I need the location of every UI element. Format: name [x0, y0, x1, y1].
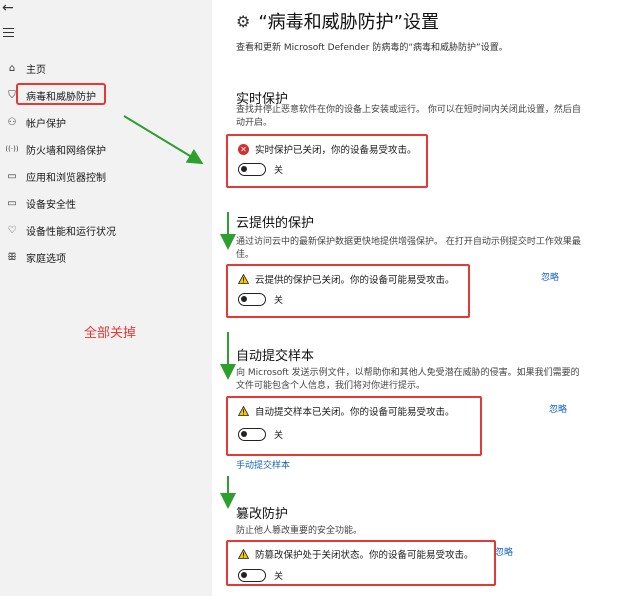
wifi-icon: ((·))	[5, 145, 19, 153]
sidebar: ← ⌂ 主页 ⛉ 病毒和威胁防护 ⚇ 帐户保护 ((·)) 防火墙和网络保护 ▭…	[0, 0, 212, 596]
annotation-text: 全部关掉	[84, 326, 137, 341]
page-subtitle: 查看和更新 Microsoft Defender 防病毒的“病毒和威胁防护”设置…	[236, 43, 508, 53]
status-text: 自动提交样本已关闭。你的设备可能易受攻击。	[255, 407, 455, 418]
toggle-label: 关	[274, 296, 284, 306]
sidebar-item-firewall[interactable]: ((·)) 防火墙和网络保护	[0, 138, 212, 160]
section-title-sample: 自动提交样本	[236, 349, 315, 364]
status-text: 云提供的保护已关闭。你的设备可能易受攻击。	[255, 275, 455, 286]
status-text: 防篡改保护处于关闭状态。你的设备可能易受攻击。	[255, 550, 474, 561]
warning-icon	[238, 274, 249, 285]
toggle-row: 关	[238, 163, 283, 176]
realtime-toggle[interactable]	[238, 163, 266, 176]
sidebar-item-label: 设备性能和运行状况	[26, 226, 116, 238]
status-line: 自动提交样本已关闭。你的设备可能易受攻击。	[238, 404, 455, 418]
error-icon: ✕	[238, 143, 249, 155]
warning-icon	[238, 406, 249, 417]
sidebar-item-label: 主页	[26, 64, 46, 76]
main-content: ⚙ “病毒和威胁防护”设置 查看和更新 Microsoft Defender 防…	[212, 0, 640, 596]
dismiss-link-sample[interactable]: 忽略	[549, 402, 567, 415]
back-arrow-icon[interactable]: ←	[2, 0, 14, 16]
tamper-protection-toggle[interactable]	[238, 569, 266, 582]
toggle-label: 关	[274, 431, 284, 441]
section-title-tamper: 篡改防护	[236, 507, 289, 522]
toggle-row: 关	[238, 569, 283, 582]
sidebar-item-label: 应用和浏览器控制	[26, 172, 106, 184]
toggle-label: 关	[274, 166, 284, 176]
sidebar-item-label: 帐户保护	[26, 118, 66, 130]
status-line: 防篡改保护处于关闭状态。你的设备可能易受攻击。	[238, 547, 474, 561]
page-title: “病毒和威胁防护”设置	[258, 12, 439, 33]
dismiss-link-tamper[interactable]: 忽略	[495, 545, 513, 558]
section-desc-tamper: 防止他人篡改重要的安全功能。	[236, 526, 363, 536]
alert-box-tamper: 防篡改保护处于关闭状态。你的设备可能易受攻击。 关	[226, 540, 496, 586]
toggle-row: 关	[238, 428, 283, 441]
manual-submit-link[interactable]: 手动提交样本	[236, 458, 290, 471]
toggle-row: 关	[238, 293, 283, 306]
toggle-label: 关	[274, 572, 284, 582]
sidebar-item-label: 防火墙和网络保护	[26, 145, 106, 157]
hamburger-menu-icon[interactable]	[3, 28, 14, 40]
sidebar-item-device-security[interactable]: ▭ 设备安全性	[0, 192, 212, 214]
app-window-icon: ▭	[7, 170, 17, 182]
heart-icon: ♡	[7, 224, 17, 236]
sidebar-item-account[interactable]: ⚇ 帐户保护	[0, 111, 212, 133]
section-desc-realtime: 查找并停止恶意软件在你的设备上安装或运行。 你可以在短时间内关闭此设置，然后自动…	[236, 105, 581, 128]
sidebar-item-label: 家庭选项	[26, 253, 66, 265]
sidebar-item-app-browser[interactable]: ▭ 应用和浏览器控制	[0, 165, 212, 187]
home-icon: ⌂	[8, 62, 16, 74]
sample-submission-toggle[interactable]	[238, 428, 266, 441]
alert-box-sample: 自动提交样本已关闭。你的设备可能易受攻击。 关	[226, 396, 482, 456]
section-title-cloud: 云提供的保护	[236, 216, 315, 231]
sidebar-item-device-health[interactable]: ♡ 设备性能和运行状况	[0, 219, 212, 241]
sidebar-item-home[interactable]: ⌂ 主页	[0, 57, 212, 79]
alert-box-cloud: 云提供的保护已关闭。你的设备可能易受攻击。 关	[226, 264, 470, 318]
status-text: 实时保护已关闭，你的设备易受攻击。	[255, 145, 417, 156]
status-line: 云提供的保护已关闭。你的设备可能易受攻击。	[238, 272, 455, 286]
laptop-icon: ▭	[7, 197, 17, 209]
alert-box-realtime: ✕ 实时保护已关闭，你的设备易受攻击。 关	[226, 134, 428, 188]
status-line: ✕ 实时保护已关闭，你的设备易受攻击。	[238, 142, 417, 156]
section-desc-sample: 向 Microsoft 发送示例文件，以帮助你和其他人免受潜在威胁的侵害。如果我…	[236, 368, 580, 391]
section-desc-cloud: 通过访问云中的最新保护数据更快地提供增强保护。 在打开自动示例提交时工作效果最佳…	[236, 237, 581, 260]
warning-icon	[238, 549, 249, 560]
person-icon: ⚇	[7, 116, 17, 128]
sidebar-item-label: 设备安全性	[26, 199, 76, 211]
highlight-box	[16, 83, 106, 105]
family-icon: ꕥ	[7, 251, 17, 263]
page-header: ⚙ “病毒和威胁防护”设置	[236, 8, 439, 34]
cloud-protection-toggle[interactable]	[238, 293, 266, 306]
gear-icon: ⚙	[236, 11, 251, 31]
sidebar-item-family[interactable]: ꕥ 家庭选项	[0, 246, 212, 268]
dismiss-link-cloud[interactable]: 忽略	[541, 270, 559, 283]
